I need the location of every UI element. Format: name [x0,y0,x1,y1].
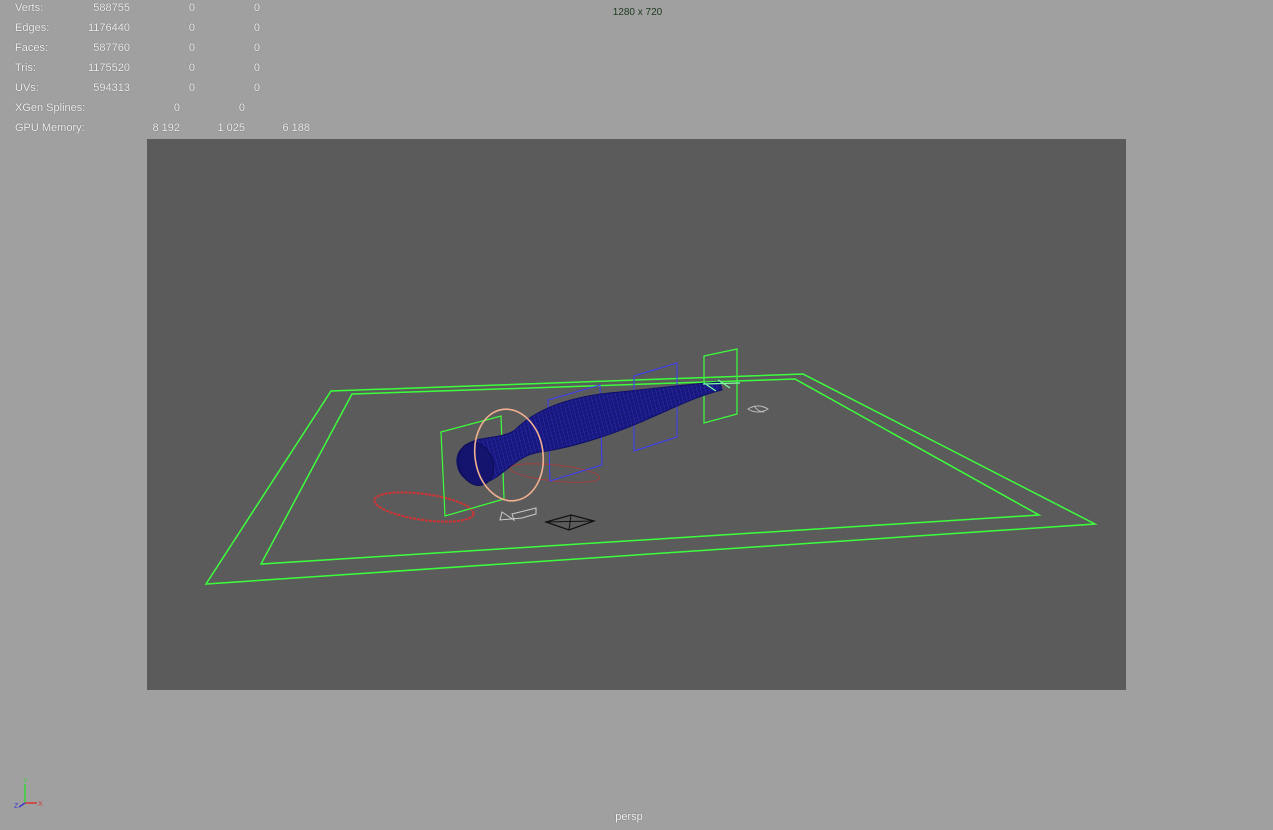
mesh-body[interactable] [456,381,723,484]
camera-name-label: persp [615,811,643,823]
locator-diamond-axis [568,514,572,531]
scene-canvas[interactable] [0,0,1273,830]
z-axis-label: Z [14,803,19,810]
y-axis-label: Y [23,778,28,785]
z-axis-icon [18,802,26,808]
maya-viewport[interactable]: Verts: 588755 0 0 Edges: 1176440 0 0 Fac… [0,0,1273,830]
light-icon[interactable] [747,405,769,413]
x-axis-label: X [38,801,43,808]
axis-gizmo: X Y Z [14,778,43,810]
move-arrow-icon[interactable] [499,507,537,522]
nurbs-curve-faint[interactable] [509,460,601,485]
nurbs-curve-red[interactable] [373,487,476,527]
